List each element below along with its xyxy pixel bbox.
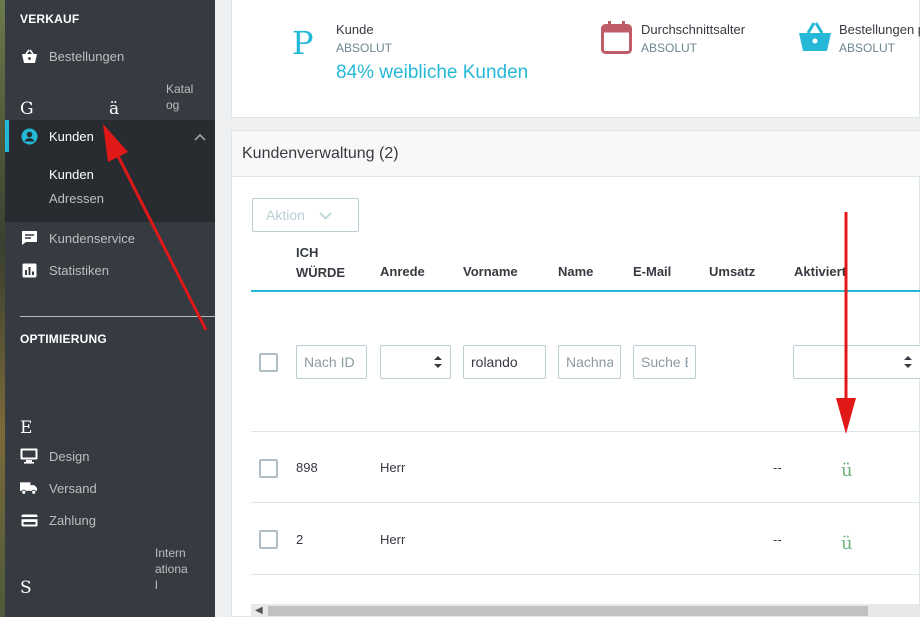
- header-line: ICH: [296, 245, 319, 260]
- sidebar-item-label: Design: [49, 448, 90, 464]
- row-checkbox[interactable]: [259, 530, 278, 549]
- kpi-average-age: Durchschnittsalter ABSOLUT: [641, 22, 745, 55]
- filter-firstname-input[interactable]: [463, 345, 546, 379]
- sidebar-item-customers[interactable]: Kunden: [5, 120, 215, 152]
- sidebar-item-customer-service[interactable]: Kundenservice: [5, 224, 215, 252]
- catalog-glitch-glyph: ä: [109, 99, 120, 119]
- customers-panel: Kundenverwaltung (2) Aktion ICH WÜRDE An…: [231, 130, 920, 617]
- sidebar-item-label: Kundenservice: [49, 230, 135, 246]
- bulk-action-dropdown[interactable]: Aktion: [252, 198, 359, 232]
- catalog-glitch-glyph: G: [20, 99, 34, 119]
- sidebar-item-label: Kunden: [49, 128, 94, 144]
- sidebar-item-label: Statistiken: [49, 262, 109, 278]
- sidebar-item-orders[interactable]: Bestellungen: [5, 42, 215, 70]
- scroll-left-icon[interactable]: ◀: [255, 605, 263, 616]
- kpi-label: Bestellungen p: [839, 22, 920, 37]
- sort-arrows-icon: [434, 353, 442, 376]
- sidebar: VERKAUF Bestellungen G ä Katalog Kunden …: [5, 0, 215, 617]
- row-divider: [251, 431, 920, 432]
- truck-icon: [20, 479, 38, 497]
- sidebar-divider: [20, 316, 215, 317]
- sidebar-item-payment[interactable]: Zahlung: [5, 506, 215, 534]
- kpi-sublabel: ABSOLUT: [641, 41, 698, 55]
- chat-icon: [20, 229, 38, 247]
- column-header-firstname[interactable]: Vorname: [463, 262, 518, 282]
- cell-id: 2: [296, 532, 304, 547]
- panel-title: Kundenverwaltung (2): [242, 145, 399, 162]
- sidebar-item-label: Versand: [49, 480, 97, 496]
- sidebar-item-label: Intern: [155, 546, 186, 560]
- filter-email-input[interactable]: [633, 345, 696, 379]
- column-header-email[interactable]: E-Mail: [633, 262, 671, 282]
- sort-arrows-icon: [904, 353, 912, 376]
- basket-icon: [20, 47, 38, 65]
- basket-icon: [797, 21, 833, 58]
- bulk-action-label: Aktion: [266, 207, 305, 223]
- section-title-improve: OPTIMIERUNG: [20, 332, 107, 346]
- sidebar-item-label: Zahlung: [49, 512, 96, 528]
- sidebar-item-label: ationa: [155, 562, 188, 576]
- active-indicator: [5, 120, 9, 152]
- chevron-down-icon: [319, 207, 332, 223]
- credit-card-icon: [20, 511, 38, 529]
- cell-sales: --: [773, 532, 782, 547]
- cell-id: 898: [296, 460, 318, 475]
- horizontal-scrollbar[interactable]: ◀: [251, 604, 920, 617]
- section-title-sell: VERKAUF: [20, 12, 80, 26]
- kpi-label: Durchschnittsalter: [641, 22, 746, 37]
- kpi-customers: Kunde ABSOLUT 84% weibliche Kunden: [336, 22, 528, 84]
- column-header-active[interactable]: Aktiviert: [794, 262, 846, 282]
- customers-submenu: Kunden Adressen: [5, 152, 215, 222]
- user-circle-icon: [20, 127, 38, 145]
- customer-kpi-icon: P: [292, 24, 314, 62]
- sidebar-item-label: l: [155, 578, 158, 592]
- filter-active-select[interactable]: [793, 345, 920, 379]
- chevron-up-icon: [194, 129, 206, 144]
- sidebar-item-shipping[interactable]: Versand: [5, 474, 215, 502]
- scrollbar-thumb[interactable]: [268, 606, 868, 616]
- column-header-salutation[interactable]: Anrede: [380, 262, 425, 282]
- row-divider: [251, 574, 920, 575]
- filter-salutation-select[interactable]: [380, 345, 451, 379]
- row-divider: [251, 502, 920, 503]
- cell-salutation: Herr: [380, 460, 406, 475]
- cell-salutation: Herr: [380, 532, 406, 547]
- chart-icon: [20, 261, 38, 279]
- submenu-item-addresses[interactable]: Adressen: [49, 191, 104, 206]
- column-header-id[interactable]: ICH WÜRDE: [296, 243, 345, 283]
- calendar-icon: [601, 21, 632, 59]
- sidebar-item-label: Katalog: [166, 82, 194, 112]
- header-divider: [251, 290, 920, 292]
- row-checkbox[interactable]: [259, 459, 278, 478]
- sidebar-item-stats[interactable]: Statistiken: [5, 256, 215, 284]
- kpi-sublabel: ABSOLUT: [839, 41, 896, 55]
- submenu-item-customers[interactable]: Kunden: [49, 167, 94, 182]
- kpi-sublabel: ABSOLUT: [336, 41, 393, 55]
- monitor-icon: [20, 447, 38, 465]
- kpi-orders: Bestellungen p ABSOLUT: [839, 22, 920, 55]
- panel-header: Kundenverwaltung (2): [232, 131, 920, 177]
- column-header-lastname[interactable]: Name: [558, 262, 593, 282]
- column-header-sales[interactable]: Umsatz: [709, 262, 755, 282]
- active-status-icon[interactable]: ü: [841, 533, 853, 554]
- international-glitch-glyph: S: [20, 578, 32, 598]
- active-status-icon[interactable]: ü: [841, 460, 853, 481]
- sidebar-item-label: Bestellungen: [49, 48, 125, 64]
- filter-lastname-input[interactable]: [558, 345, 621, 379]
- filter-id-input[interactable]: [296, 345, 367, 379]
- kpi-value: 84% weibliche Kunden: [336, 62, 529, 83]
- modules-glitch-glyph: E: [20, 418, 33, 438]
- select-all-checkbox[interactable]: [259, 353, 278, 372]
- cell-sales: --: [773, 460, 782, 475]
- header-line: WÜRDE: [296, 265, 346, 280]
- kpi-label: Kunde: [336, 22, 374, 37]
- sidebar-item-design[interactable]: Design: [5, 442, 215, 470]
- kpi-card: P Kunde ABSOLUT 84% weibliche Kunden Dur…: [231, 0, 920, 118]
